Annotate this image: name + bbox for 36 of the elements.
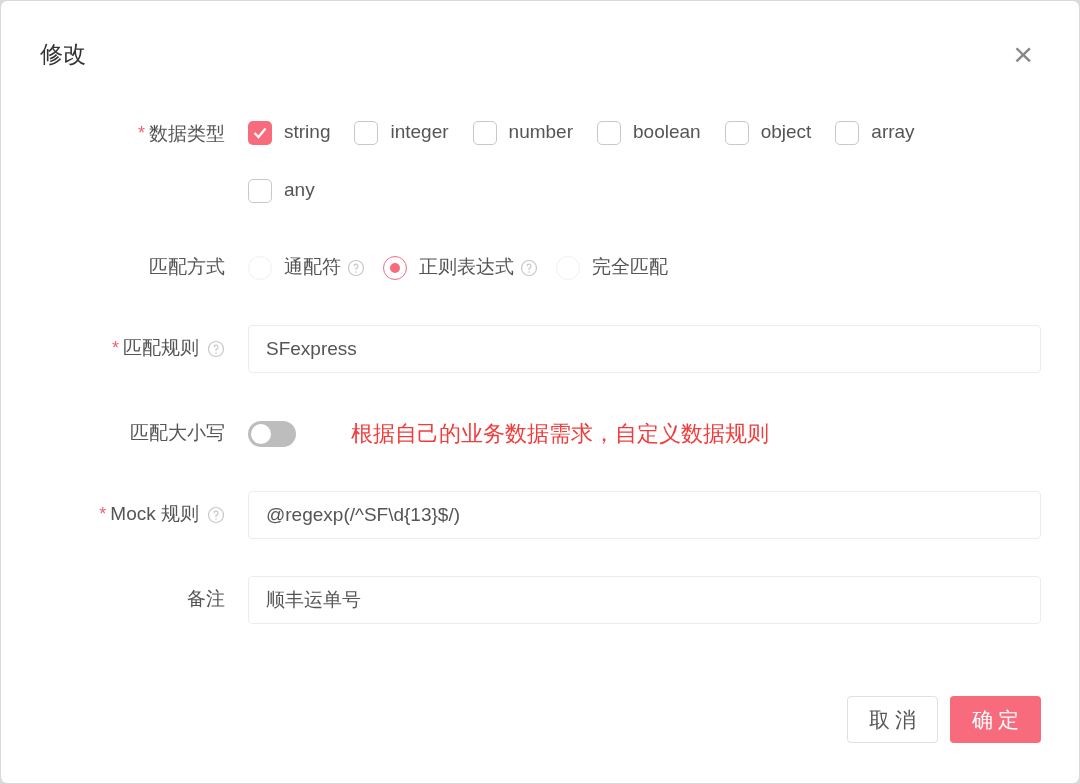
checkbox[interactable] [597, 120, 621, 145]
text-input[interactable]: @regexp(/^SF\d{13}$/) [248, 490, 1041, 539]
checkbox[interactable] [354, 120, 379, 145]
field-label: Mock 规则 [110, 502, 199, 527]
checkbox-option[interactable]: boolean [597, 119, 701, 146]
field-label: 匹配大小写 [130, 421, 225, 446]
radio-option[interactable]: 完全匹配 [556, 253, 668, 282]
checkbox-option[interactable]: any [248, 177, 315, 204]
checkbox[interactable] [835, 120, 860, 145]
toggle-switch[interactable] [248, 420, 296, 447]
checkbox-option[interactable]: object [724, 119, 812, 146]
field-label: 匹配规则 [123, 336, 199, 361]
text-input[interactable]: 顺丰运单号 [248, 575, 1041, 624]
checkbox[interactable] [248, 178, 272, 203]
check-icon [253, 126, 267, 139]
checkbox-option[interactable]: string [248, 119, 331, 146]
close-button[interactable]: × [1013, 37, 1033, 72]
field-label: 匹配方式 [149, 255, 225, 280]
required-mark: * [112, 337, 119, 360]
radio-option[interactable]: 通配符 [248, 253, 341, 282]
radio-option[interactable]: 正则表达式 [383, 253, 514, 282]
field-label: 备注 [187, 587, 225, 612]
checkbox-option[interactable]: integer [354, 119, 449, 146]
dialog-title: 修改 [40, 40, 86, 69]
checkbox[interactable] [248, 120, 272, 145]
required-mark: * [99, 503, 107, 526]
cancel-button[interactable]: 取 消 [847, 696, 938, 743]
checkbox[interactable] [472, 120, 497, 145]
radio[interactable] [383, 255, 407, 280]
text-input[interactable]: SFexpress [248, 324, 1041, 373]
annotation-text: 根据自己的业务数据需求，自定义数据规则 [351, 420, 769, 448]
required-mark: * [138, 122, 145, 146]
field-label: 数据类型 [149, 121, 225, 146]
checkbox-option[interactable]: number [472, 119, 573, 146]
checkbox-option[interactable]: array [835, 119, 915, 146]
checkbox[interactable] [724, 120, 749, 145]
